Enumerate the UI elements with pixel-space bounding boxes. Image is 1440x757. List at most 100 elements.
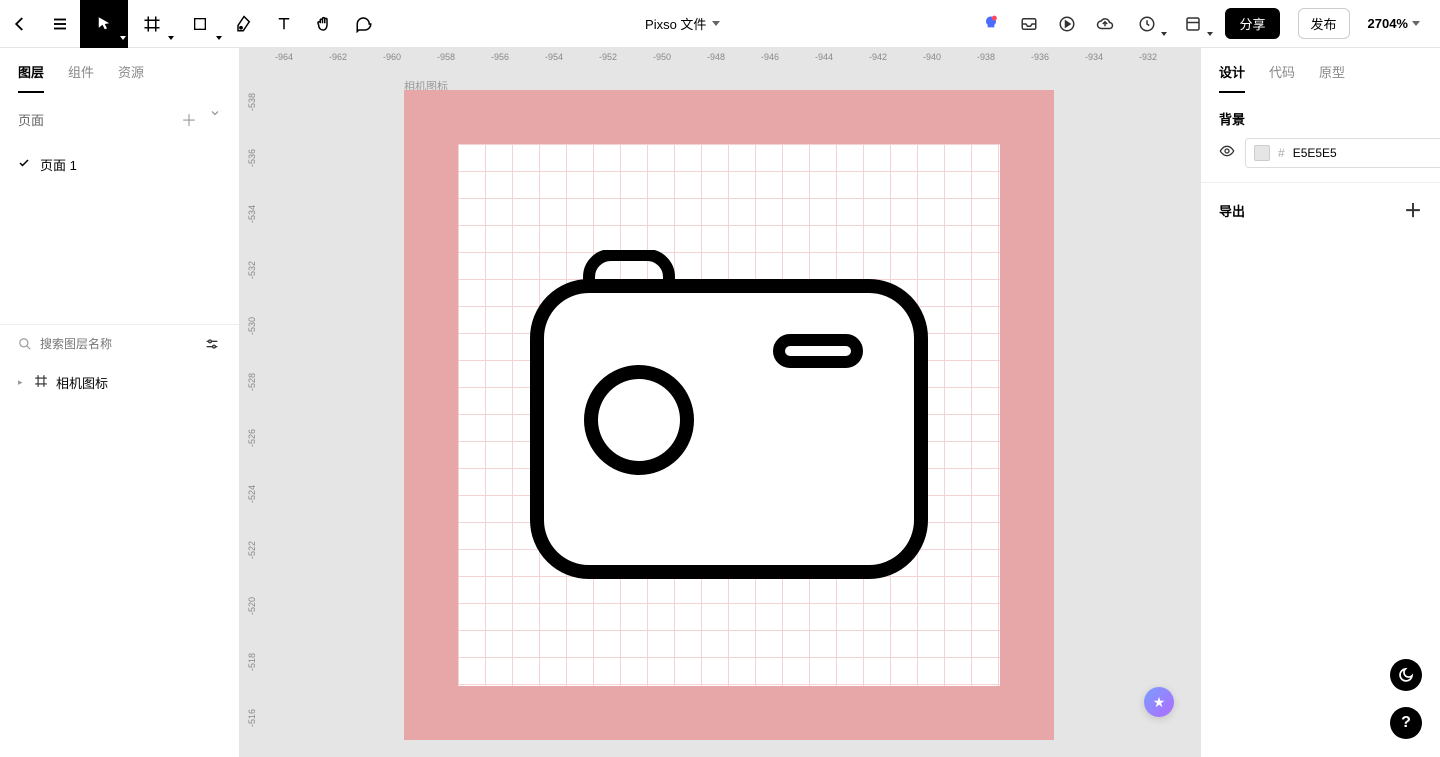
- pen-icon: [235, 15, 253, 33]
- chevron-down-icon: [712, 21, 720, 26]
- ruler-tick: -524: [247, 482, 257, 506]
- collapse-pages-button[interactable]: [209, 107, 221, 131]
- ruler-corner: [240, 48, 264, 72]
- frame-tool[interactable]: [128, 0, 176, 48]
- search-input[interactable]: [40, 337, 195, 351]
- ruler-tick: -962: [329, 52, 347, 62]
- ruler-tick: -532: [247, 258, 257, 282]
- zoom-control[interactable]: 2704%: [1368, 16, 1420, 31]
- tab-components[interactable]: 组件: [68, 62, 94, 93]
- ruler-tick: -526: [247, 426, 257, 450]
- color-swatch[interactable]: [1254, 145, 1270, 161]
- layout-button[interactable]: [1179, 14, 1207, 34]
- export-section[interactable]: 导出 ＋: [1201, 183, 1440, 237]
- layer-search: [0, 324, 239, 363]
- page-item[interactable]: 页面 1: [0, 145, 239, 184]
- history-button[interactable]: [1133, 14, 1161, 34]
- tab-assets[interactable]: 资源: [118, 62, 144, 93]
- share-button[interactable]: 分享: [1225, 8, 1279, 39]
- hand-tool[interactable]: [304, 0, 344, 48]
- ruler-tick: -520: [247, 594, 257, 618]
- hamburger-icon: [51, 15, 69, 33]
- filter-button[interactable]: [203, 335, 221, 353]
- publish-button[interactable]: 发布: [1298, 8, 1350, 39]
- tab-design[interactable]: 设计: [1219, 62, 1245, 93]
- expand-toggle[interactable]: ▸: [18, 377, 26, 388]
- background-section-title: 背景: [1201, 93, 1440, 138]
- ruler-tick: -944: [815, 52, 833, 62]
- ai-star-fab[interactable]: [1144, 687, 1174, 717]
- cloud-upload-button[interactable]: [1095, 14, 1115, 34]
- ruler-tick: -960: [383, 52, 401, 62]
- ruler-tick: -950: [653, 52, 671, 62]
- back-button[interactable]: [0, 0, 40, 48]
- ruler-tick: -942: [869, 52, 887, 62]
- ruler-tick: -964: [275, 52, 293, 62]
- comment-tool[interactable]: [344, 0, 384, 48]
- ruler-vertical: -538-536-534-532-530-528-526-524-522-520…: [240, 72, 264, 757]
- background-row: # 100％: [1201, 138, 1440, 182]
- title-text: Pixso 文件: [645, 14, 706, 33]
- canvas[interactable]: -964-962-960-958-956-954-952-950-948-946…: [240, 48, 1200, 757]
- toolbar-right: 分享 发布 2704%: [981, 0, 1420, 47]
- chevron-down-icon: [168, 36, 174, 40]
- cloud-upload-icon: [1096, 15, 1114, 33]
- pen-tool[interactable]: [224, 0, 264, 48]
- ruler-tick: -958: [437, 52, 455, 62]
- help-fab[interactable]: ?: [1390, 707, 1422, 739]
- page-name: 页面 1: [40, 155, 77, 174]
- ruler-tick: -936: [1031, 52, 1049, 62]
- add-page-button[interactable]: ＋: [181, 107, 197, 131]
- chevron-down-icon: [1207, 32, 1213, 36]
- ruler-tick: -516: [247, 706, 257, 730]
- ruler-tick: -536: [247, 146, 257, 170]
- ai-assistant-button[interactable]: [981, 14, 1001, 34]
- text-tool[interactable]: [264, 0, 304, 48]
- right-tabs: 设计 代码 原型: [1201, 48, 1440, 93]
- camera-icon-artwork[interactable]: [529, 250, 929, 580]
- chevron-down-icon: [1412, 21, 1420, 26]
- play-icon: [1058, 15, 1076, 33]
- canvas-inner: 相机图标: [264, 72, 1200, 757]
- menu-button[interactable]: [40, 0, 80, 48]
- hex-input[interactable]: [1293, 146, 1440, 160]
- frame-icon: [34, 374, 48, 391]
- chevron-down-icon: [209, 107, 221, 119]
- comment-icon: [355, 15, 373, 33]
- toolbar-left: [0, 0, 384, 47]
- shape-tool[interactable]: [176, 0, 224, 48]
- ruler-tick: -530: [247, 314, 257, 338]
- ruler-tick: -932: [1139, 52, 1157, 62]
- inbox-button[interactable]: [1019, 14, 1039, 34]
- search-icon: [18, 337, 32, 351]
- dark-mode-fab[interactable]: [1390, 659, 1422, 691]
- history-icon: [1138, 15, 1156, 33]
- move-tool[interactable]: [80, 0, 128, 48]
- layer-item[interactable]: ▸ 相机图标: [0, 363, 239, 402]
- visibility-toggle[interactable]: [1219, 143, 1235, 164]
- inbox-icon: [1020, 15, 1038, 33]
- export-label: 导出: [1219, 201, 1245, 220]
- add-export-button[interactable]: ＋: [1404, 197, 1422, 223]
- document-title[interactable]: Pixso 文件: [384, 14, 981, 33]
- ruler-tick: -518: [247, 650, 257, 674]
- text-icon: [275, 15, 293, 33]
- moon-icon: [1398, 667, 1414, 683]
- top-toolbar: Pixso 文件 分享 发布 2704%: [0, 0, 1440, 48]
- ruler-tick: -934: [1085, 52, 1103, 62]
- eye-icon: [1219, 143, 1235, 159]
- play-button[interactable]: [1057, 14, 1077, 34]
- ruler-tick: -528: [247, 370, 257, 394]
- left-panel: 图层 组件 资源 页面 ＋ 页面 1: [0, 48, 240, 757]
- ruler-tick: -940: [923, 52, 941, 62]
- left-tabs: 图层 组件 资源: [0, 48, 239, 93]
- ruler-tick: -538: [247, 90, 257, 114]
- square-icon: [192, 16, 208, 32]
- tab-layers[interactable]: 图层: [18, 62, 44, 93]
- layout-icon: [1184, 15, 1202, 33]
- tab-prototype[interactable]: 原型: [1319, 62, 1345, 93]
- chevron-down-icon: [120, 36, 126, 40]
- chevron-left-icon: [11, 15, 29, 33]
- tab-code[interactable]: 代码: [1269, 62, 1295, 93]
- design-frame[interactable]: [404, 90, 1054, 740]
